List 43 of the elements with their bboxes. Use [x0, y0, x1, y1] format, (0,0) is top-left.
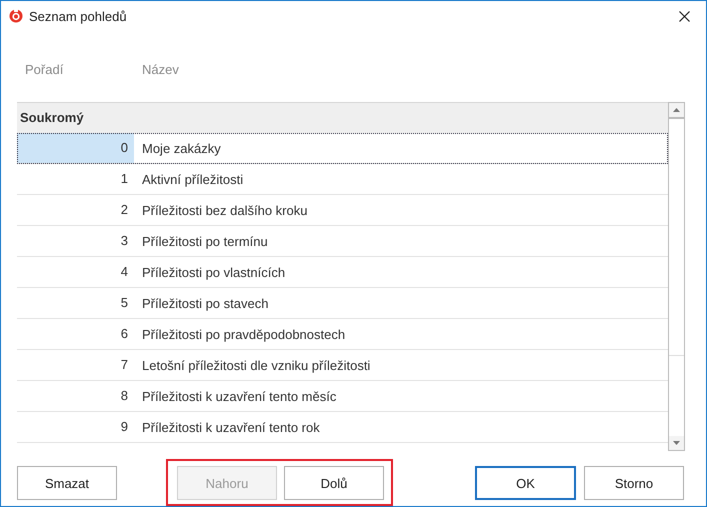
group-header: Soukromý	[17, 103, 668, 134]
name-cell-text: Příležitosti k uzavření tento rok	[141, 420, 320, 435]
name-cell-text: Příležitosti bez dalšího kroku	[141, 202, 308, 218]
name-cell-text: Aktivní příležitosti	[141, 172, 244, 187]
order-cell: 0	[17, 133, 134, 164]
close-icon[interactable]	[679, 10, 690, 22]
scroll-up-button[interactable]	[669, 103, 684, 118]
dialog-button[interactable]: Storno	[584, 466, 684, 500]
order-cell-text: 5	[120, 294, 129, 312]
dialog-button[interactable]: OK	[475, 466, 576, 500]
order-cell-text: 4	[120, 263, 129, 282]
list-row[interactable]: 9 Příležitosti k uzavření tento rok	[17, 412, 668, 444]
order-cell-text: 7	[120, 356, 129, 374]
list-row[interactable]: 1 Aktivní příležitosti	[17, 164, 668, 196]
list-row[interactable]: 2 Příležitosti bez dalšího kroku	[17, 195, 668, 226]
logo-icon	[9, 9, 23, 24]
dialog-button[interactable]: Smazat	[17, 466, 117, 500]
down-arrow-icon	[673, 441, 680, 445]
name-cell-text: Příležitosti po pravděpodobnostech	[141, 326, 346, 342]
list-row[interactable]: 0 Moje zakázky	[17, 133, 668, 164]
scrollbar[interactable]	[668, 102, 685, 451]
list-row[interactable]: 8 Příležitosti k uzavření tento měsíc	[17, 381, 668, 412]
list-row[interactable]: 5 Příležitosti po stavech	[17, 288, 668, 320]
dialog-button[interactable]: Dolů	[284, 466, 384, 500]
scroll-down-button[interactable]	[669, 436, 684, 450]
list-row[interactable]: 6 Příležitosti po pravděpodobnostech	[17, 319, 668, 350]
order-cell-text: 6	[120, 325, 129, 344]
name-cell-text: Příležitosti po stavech	[141, 296, 268, 311]
order-cell-text: 1	[120, 170, 129, 188]
order-cell-text: 9	[120, 418, 129, 436]
name-cell-text: Příležitosti po termínu	[141, 234, 268, 249]
name-cell-text: Příležitosti po vlastnících	[141, 264, 286, 280]
up-arrow-icon	[673, 108, 680, 112]
order-cell-text: 8	[120, 387, 129, 406]
window-title: Seznam pohledů	[29, 8, 128, 24]
name-cell-text: Příležitosti k uzavření tento měsíc	[141, 388, 336, 404]
order-cell-text: 2	[120, 201, 129, 220]
list-row[interactable]: 3 Příležitosti po termínu	[17, 226, 668, 258]
name-cell-text: Letošní příležitosti dle vzniku příležitosti	[141, 358, 370, 373]
list-row[interactable]: 4 Příležitosti po vlastnících	[17, 257, 668, 288]
list-row[interactable]: 7 Letošní příležitosti dle vzniku příležitosti	[17, 350, 668, 382]
order-cell-text: 3	[120, 232, 129, 250]
name-cell-text: Moje zakázky	[141, 140, 221, 156]
